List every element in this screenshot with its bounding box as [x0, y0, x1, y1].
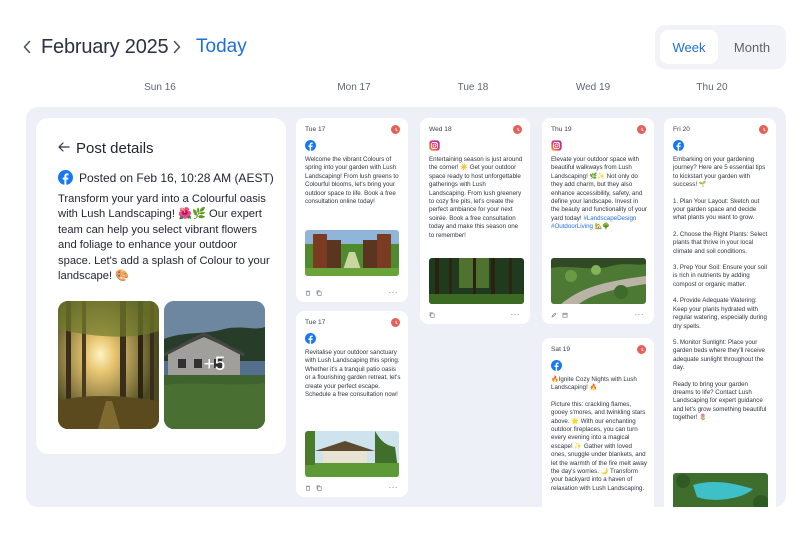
card-date: Wed 18 [429, 126, 452, 133]
facebook-icon [58, 170, 73, 185]
month-view-button[interactable]: Month [723, 30, 781, 64]
post-card-thu19[interactable]: Thu 19 Elevate your outdoor space with b… [542, 118, 654, 324]
card-paragraph: 5. Monitor Sunlight: Place your garden b… [673, 338, 765, 372]
day-header-mon: Mon 17 [337, 82, 371, 93]
card-text-body: Elevate your outdoor space with beautifu… [551, 156, 647, 222]
forest-sunlight-image [58, 301, 159, 429]
card-image-pool [673, 473, 768, 507]
card-date: Tue 17 [305, 319, 326, 326]
post-card-tue17-b[interactable]: Tue 17 Revitalise your outdoor sanctuary… [296, 311, 408, 497]
chevron-left-icon [23, 40, 31, 54]
card-date: Sat 19 [551, 346, 571, 353]
card-image-gate [305, 230, 399, 276]
calendar-icon[interactable] [562, 312, 568, 318]
status-clock-icon [637, 125, 646, 134]
prev-week-button[interactable] [20, 37, 34, 57]
post-image-house[interactable]: +5 [164, 301, 265, 429]
card-paragraph: 4. Provide Adequate Watering: Keep your … [673, 297, 767, 330]
card-text: Entertaining season is just around the c… [429, 156, 523, 239]
post-image-forest[interactable] [58, 301, 159, 429]
card-date: Tue 17 [305, 126, 326, 133]
card-text: Welcome the vibrant Colours of spring in… [305, 156, 399, 206]
card-text: Embarking on your gardening journey? Her… [673, 156, 769, 423]
card-actions [305, 485, 322, 491]
day-header-tue: Tue 18 [457, 82, 489, 93]
post-body: Transform your yard into a Colourful oas… [58, 193, 270, 283]
post-details-title: Post details [76, 140, 154, 157]
edit-icon[interactable] [551, 312, 557, 318]
instagram-icon [551, 140, 562, 151]
post-meta: Posted on Feb 16, 10:28 AM (AEST) [58, 170, 274, 185]
post-card-tue17-a[interactable]: Tue 17 Welcome the vibrant Colours of sp… [296, 118, 408, 302]
more-images-overlay[interactable]: +5 [164, 301, 265, 429]
facebook-icon [551, 360, 562, 371]
card-date: Thu 19 [551, 126, 572, 133]
card-actions [551, 312, 568, 318]
delete-icon[interactable] [305, 290, 311, 296]
view-toggle: Week Month [655, 25, 786, 69]
card-image-patio [305, 431, 399, 477]
instagram-icon [429, 140, 440, 151]
card-paragraph: Embarking on your gardening journey? Her… [673, 156, 766, 189]
card-date: Fri 20 [673, 126, 690, 133]
post-card-wed18[interactable]: Wed 18 Entertaining season is just aroun… [420, 118, 530, 324]
card-paragraph: 3. Prep Your Soil: Ensure your soil is r… [673, 264, 767, 288]
post-card-sat19[interactable]: Sat 19 🔥Ignite Cozy Nights with Lush Lan… [542, 338, 654, 507]
card-paragraph: Ready to bring your garden dreams to lif… [673, 380, 767, 422]
day-header-thu: Thu 20 [696, 82, 728, 93]
copy-icon[interactable] [316, 290, 322, 296]
status-clock-icon [637, 345, 646, 354]
delete-icon[interactable] [305, 485, 311, 491]
more-options-button[interactable]: ··· [389, 484, 399, 492]
facebook-icon [305, 333, 316, 344]
posted-on-text: Posted on Feb 16, 10:28 AM (AEST) [79, 170, 274, 185]
card-actions [305, 290, 322, 296]
card-image-walkway [551, 258, 646, 304]
today-button[interactable]: Today [196, 36, 247, 58]
more-options-button[interactable]: ··· [389, 289, 399, 297]
day-header-wed: Wed 19 [575, 82, 611, 93]
card-text: Elevate your outdoor space with beautifu… [551, 156, 647, 232]
card-actions [429, 312, 435, 318]
more-options-button[interactable]: ··· [635, 311, 645, 319]
card-paragraph: 2. Choose the Right Plants: Select plant… [673, 230, 768, 255]
calendar-header: February 2025 Today Week Month [0, 0, 812, 80]
post-card-fri20[interactable]: Fri 20 Embarking on your gardening journ… [664, 118, 776, 507]
status-clock-icon [391, 318, 400, 327]
week-view-button[interactable]: Week [660, 30, 718, 64]
card-text: 🔥Ignite Cozy Nights with Lush Landscapin… [551, 376, 647, 493]
chevron-right-icon [173, 40, 181, 54]
status-clock-icon [391, 125, 400, 134]
back-button[interactable] [58, 142, 70, 152]
card-text: Revitalise your outdoor sanctuary with L… [305, 349, 401, 399]
month-title: February 2025 [41, 36, 169, 58]
arrow-left-icon [58, 142, 70, 152]
card-text-line1: 🔥Ignite Cozy Nights with Lush Landscapin… [551, 376, 637, 392]
next-week-button[interactable] [170, 37, 184, 57]
card-text-line2: Picture this: crackling flames, gooey s'… [551, 400, 647, 492]
card-image-forest [429, 258, 524, 304]
card-paragraph: 1. Plan Your Layout: Sketch out your gar… [673, 197, 760, 222]
copy-icon[interactable] [429, 312, 435, 318]
more-options-button[interactable]: ··· [511, 311, 521, 319]
day-header-sun: Sun 16 [144, 82, 176, 93]
facebook-icon [305, 140, 316, 151]
week-board: Post details Posted on Feb 16, 10:28 AM … [26, 107, 786, 507]
facebook-icon [673, 140, 684, 151]
status-clock-icon [759, 125, 768, 134]
post-details-panel: Post details Posted on Feb 16, 10:28 AM … [36, 118, 286, 454]
copy-icon[interactable] [316, 485, 322, 491]
status-clock-icon [513, 125, 522, 134]
